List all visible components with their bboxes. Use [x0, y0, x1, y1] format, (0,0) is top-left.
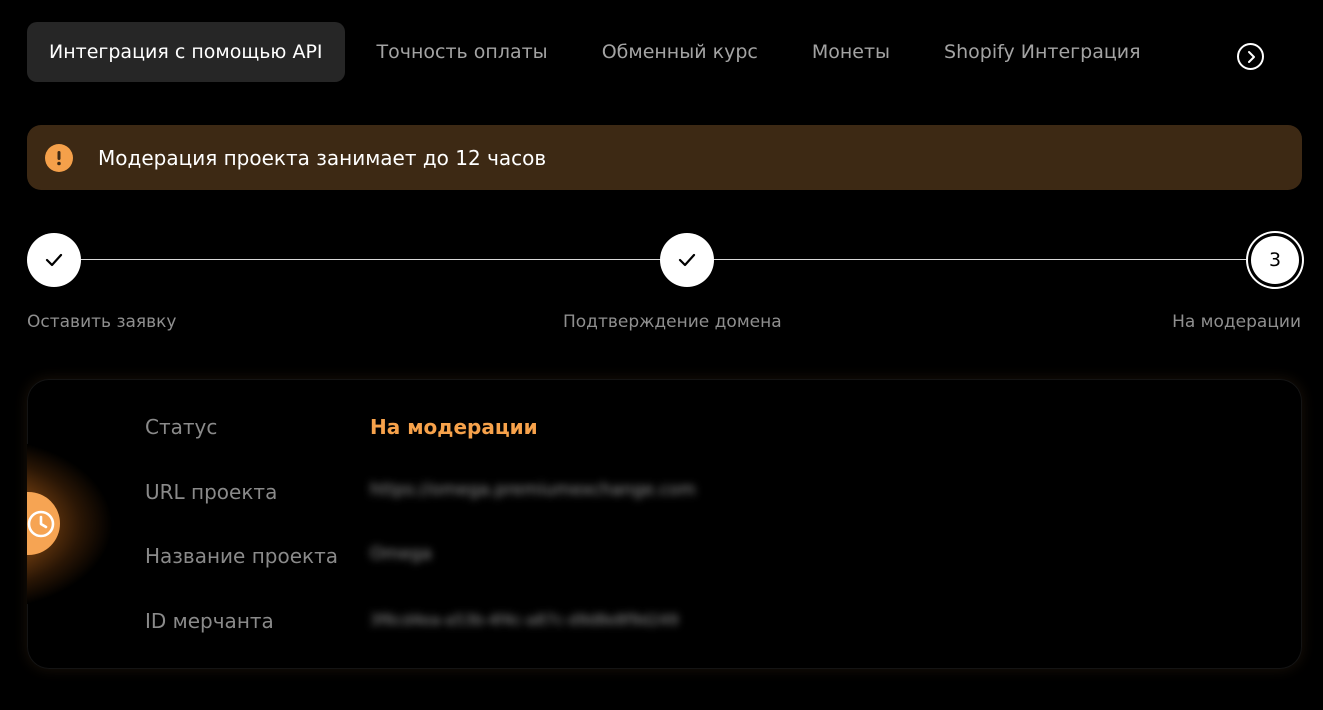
step-1-label: Оставить заявку [27, 312, 177, 332]
status-value: На модерации [370, 415, 538, 439]
tab-payment-accuracy[interactable]: Точность оплаты [355, 22, 570, 82]
step-3-number: 3 [1268, 249, 1282, 271]
chevron-right-icon [1247, 50, 1255, 63]
tabs-scroll-right-button[interactable] [1237, 43, 1264, 70]
moderation-notice: Модерация проекта занимает до 12 часов [27, 125, 1302, 190]
step-2-done-circle [660, 233, 714, 287]
project-info-card: Статус На модерации URL проекта https://… [27, 379, 1302, 669]
notice-text: Модерация проекта занимает до 12 часов [98, 145, 547, 170]
step-3-current-circle: 3 [1248, 233, 1302, 287]
merchant-id-value: 3f6cd4ea-a53b-4f4c-a87c-d9d8e8f9d249 [370, 611, 679, 629]
tab-bar: Интеграция с помощью API Точность оплаты… [27, 22, 1302, 82]
project-url-label: URL проекта [145, 480, 278, 504]
clock-icon [27, 510, 54, 537]
checkmark-icon [678, 253, 696, 267]
step-2-label: Подтверждение домена [563, 312, 782, 332]
status-label: Статус [145, 415, 218, 439]
tab-exchange-rate[interactable]: Обменный курс [580, 22, 780, 82]
project-name-label: Название проекта [145, 544, 339, 568]
exclamation-icon [45, 143, 73, 172]
tab-coins[interactable]: Монеты [790, 22, 912, 82]
checkmark-icon [45, 253, 63, 267]
tab-shopify-integration[interactable]: Shopify Интеграция [922, 22, 1163, 82]
step-1-done-circle [27, 233, 81, 287]
project-name-value: Omega [370, 544, 432, 564]
tab-api-integration[interactable]: Интеграция с помощью API [27, 22, 345, 82]
step-3-label: На модерации [1172, 312, 1301, 332]
project-url-value: https://omega.premiumexchange.com [370, 480, 696, 500]
merchant-id-label: ID мерчанта [145, 609, 274, 633]
